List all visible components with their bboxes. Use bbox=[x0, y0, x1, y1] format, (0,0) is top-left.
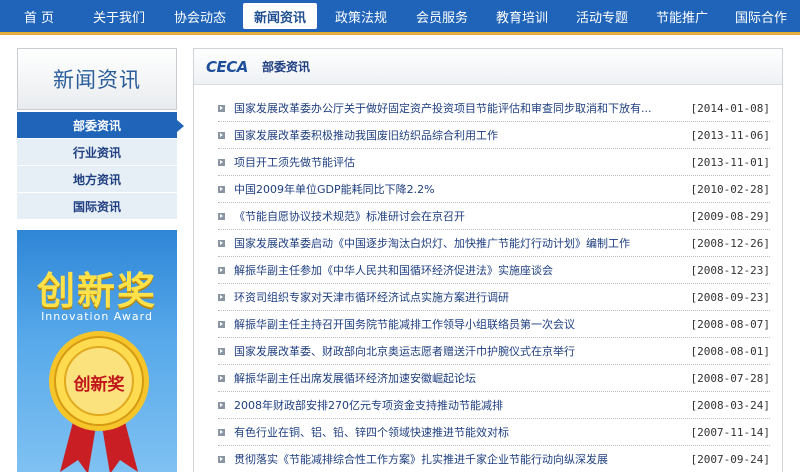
nav-divider-stripe bbox=[0, 32, 800, 35]
bullet-arrow-icon bbox=[218, 293, 225, 301]
bullet-arrow-icon bbox=[218, 428, 225, 436]
nav-home[interactable]: 首 页 bbox=[0, 0, 78, 32]
news-date: [2008-07-28] bbox=[690, 371, 770, 385]
nav-association-news[interactable]: 协会动态 bbox=[160, 0, 240, 32]
news-title[interactable]: 解振华副主任出席发展循环经济加速安徽崛起论坛 bbox=[234, 370, 685, 386]
list-item[interactable]: 中国2009年单位GDP能耗同比下降2.2% [2010-02-28] bbox=[218, 176, 770, 203]
list-item[interactable]: 国家发展改革委办公厅关于做好固定资产投资项目节能评估和审查同步取消和下放有...… bbox=[218, 95, 770, 122]
bullet-arrow-icon bbox=[218, 104, 225, 112]
list-item[interactable]: 2008年财政部安排270亿元专项资金支持推动节能减排 [2008-03-24] bbox=[218, 392, 770, 419]
news-date: [2013-11-01] bbox=[690, 155, 770, 169]
medal-icon bbox=[49, 331, 149, 472]
news-title[interactable]: 2008年财政部安排270亿元专项资金支持推动节能减排 bbox=[234, 397, 685, 413]
news-title[interactable]: 解振华副主任主持召开国务院节能减排工作领导小组联络员第一次会议 bbox=[234, 316, 685, 332]
news-date: [2008-12-23] bbox=[690, 263, 770, 277]
sidebar-item-local-news[interactable]: 地方资讯 bbox=[17, 166, 177, 193]
news-title[interactable]: 《节能自愿协议技术规范》标准研讨会在京召开 bbox=[234, 208, 685, 224]
bullet-arrow-icon bbox=[218, 455, 225, 463]
list-item[interactable]: 解振华副主任出席发展循环经济加速安徽崛起论坛 [2008-07-28] bbox=[218, 365, 770, 392]
nav-news-info[interactable]: 新闻资讯 bbox=[243, 3, 317, 29]
nav-policies[interactable]: 政策法规 bbox=[320, 0, 402, 32]
ceca-logo: CECA bbox=[206, 56, 254, 78]
news-title[interactable]: 项目开工须先做节能评估 bbox=[234, 154, 685, 170]
list-item[interactable]: 贯彻落实《节能减排综合性工作方案》扎实推进千家企业节能行动向纵深发展 [2007-… bbox=[218, 446, 770, 472]
nav-member-services[interactable]: 会员服务 bbox=[402, 0, 482, 32]
list-item[interactable]: 国家发展改革委积极推动我国废旧纺织品综合利用工作 [2013-11-06] bbox=[218, 122, 770, 149]
sidebar: 新闻资讯 部委资讯 行业资讯 地方资讯 国际资讯 bbox=[17, 48, 184, 220]
list-item[interactable]: 《节能自愿协议技术规范》标准研讨会在京召开 [2009-08-29] bbox=[218, 203, 770, 230]
news-title[interactable]: 国家发展改革委办公厅关于做好固定资产投资项目节能评估和审查同步取消和下放有... bbox=[234, 100, 685, 116]
list-item[interactable]: 解振华副主任参加《中华人民共和国循环经济促进法》实施座谈会 [2008-12-23… bbox=[218, 257, 770, 284]
logo-text: CECA bbox=[206, 57, 248, 76]
news-date: [2008-08-07] bbox=[690, 317, 770, 331]
bullet-arrow-icon bbox=[218, 401, 225, 409]
news-date: [2008-09-23] bbox=[690, 290, 770, 304]
panel-header: CECA 部委资讯 bbox=[194, 49, 782, 85]
top-navigation: 首 页 关于我们 协会动态 新闻资讯 政策法规 会员服务 教育培训 活动专题 节… bbox=[0, 0, 800, 32]
bullet-arrow-icon bbox=[218, 131, 225, 139]
news-title[interactable]: 有色行业在铜、铝、铅、锌四个领域快速推进节能效对标 bbox=[234, 424, 685, 440]
news-date: [2008-08-01] bbox=[690, 344, 770, 358]
news-title[interactable]: 贯彻落实《节能减排综合性工作方案》扎实推进千家企业节能行动向纵深发展 bbox=[234, 451, 685, 467]
news-title[interactable]: 解振华副主任参加《中华人民共和国循环经济促进法》实施座谈会 bbox=[234, 262, 685, 278]
news-list: 国家发展改革委办公厅关于做好固定资产投资项目节能评估和审查同步取消和下放有...… bbox=[194, 95, 782, 472]
sidebar-title: 新闻资讯 bbox=[53, 68, 141, 92]
news-date: [2008-12-26] bbox=[690, 236, 770, 250]
bullet-arrow-icon bbox=[218, 158, 225, 166]
news-title[interactable]: 环资司组织专家对天津市循环经济试点实施方案进行调研 bbox=[234, 289, 685, 305]
news-date: [2007-11-14] bbox=[690, 425, 770, 439]
news-date: [2009-08-29] bbox=[690, 209, 770, 223]
news-panel: CECA 部委资讯 国家发展改革委办公厅关于做好固定资产投资项目节能评估和审查同… bbox=[193, 48, 783, 472]
news-date: [2014-01-08] bbox=[690, 101, 770, 115]
panel-title: 部委资讯 bbox=[262, 60, 311, 74]
banner-title: 创新奖 bbox=[36, 269, 157, 313]
nav-education[interactable]: 教育培训 bbox=[482, 0, 562, 32]
bullet-arrow-icon bbox=[218, 239, 225, 247]
bullet-arrow-icon bbox=[218, 185, 225, 193]
innovation-award-banner[interactable]: 创新奖 Innovation Award 创新奖 bbox=[17, 230, 177, 472]
list-item[interactable]: 环资司组织专家对天津市循环经济试点实施方案进行调研 [2008-09-23] bbox=[218, 284, 770, 311]
news-date: [2008-03-24] bbox=[690, 398, 770, 412]
news-title[interactable]: 国家发展改革委、财政部向北京奥运志愿者赠送汗巾护腕仪式在京举行 bbox=[234, 343, 685, 359]
sidebar-menu: 部委资讯 行业资讯 地方资讯 国际资讯 bbox=[17, 112, 184, 220]
news-date: [2010-02-28] bbox=[690, 182, 770, 196]
list-item[interactable]: 国家发展改革委、财政部向北京奥运志愿者赠送汗巾护腕仪式在京举行 [2008-08-… bbox=[218, 338, 770, 365]
news-date: [2013-11-06] bbox=[690, 128, 770, 142]
nav-about-us[interactable]: 关于我们 bbox=[78, 0, 160, 32]
sidebar-header: 新闻资讯 bbox=[17, 48, 177, 110]
sidebar-item-industry-news[interactable]: 行业资讯 bbox=[17, 139, 177, 166]
banner-subtitle: Innovation Award bbox=[41, 310, 153, 323]
bullet-arrow-icon bbox=[218, 347, 225, 355]
news-date: [2007-09-24] bbox=[690, 452, 770, 466]
news-title[interactable]: 中国2009年单位GDP能耗同比下降2.2% bbox=[234, 181, 685, 197]
news-title[interactable]: 国家发展改革委积极推动我国废旧纺织品综合利用工作 bbox=[234, 127, 685, 143]
sidebar-item-ministry-news[interactable]: 部委资讯 bbox=[17, 112, 184, 139]
nav-activities[interactable]: 活动专题 bbox=[562, 0, 642, 32]
list-item[interactable]: 解振华副主任主持召开国务院节能减排工作领导小组联络员第一次会议 [2008-08-… bbox=[218, 311, 770, 338]
medal-label: 创新奖 bbox=[73, 375, 125, 395]
list-item[interactable]: 项目开工须先做节能评估 [2013-11-01] bbox=[218, 149, 770, 176]
news-title[interactable]: 国家发展改革委启动《中国逐步淘汰白炽灯、加快推广节能灯行动计划》编制工作 bbox=[234, 235, 685, 251]
list-item[interactable]: 有色行业在铜、铝、铅、锌四个领域快速推进节能效对标 [2007-11-14] bbox=[218, 419, 770, 446]
bullet-arrow-icon bbox=[218, 212, 225, 220]
bullet-arrow-icon bbox=[218, 266, 225, 274]
nav-energy-promotion[interactable]: 节能推广 bbox=[642, 0, 722, 32]
nav-international[interactable]: 国际合作 bbox=[722, 0, 800, 32]
bullet-arrow-icon bbox=[218, 374, 225, 382]
bullet-arrow-icon bbox=[218, 320, 225, 328]
list-item[interactable]: 国家发展改革委启动《中国逐步淘汰白炽灯、加快推广节能灯行动计划》编制工作 [200… bbox=[218, 230, 770, 257]
sidebar-item-international-news[interactable]: 国际资讯 bbox=[17, 193, 177, 220]
